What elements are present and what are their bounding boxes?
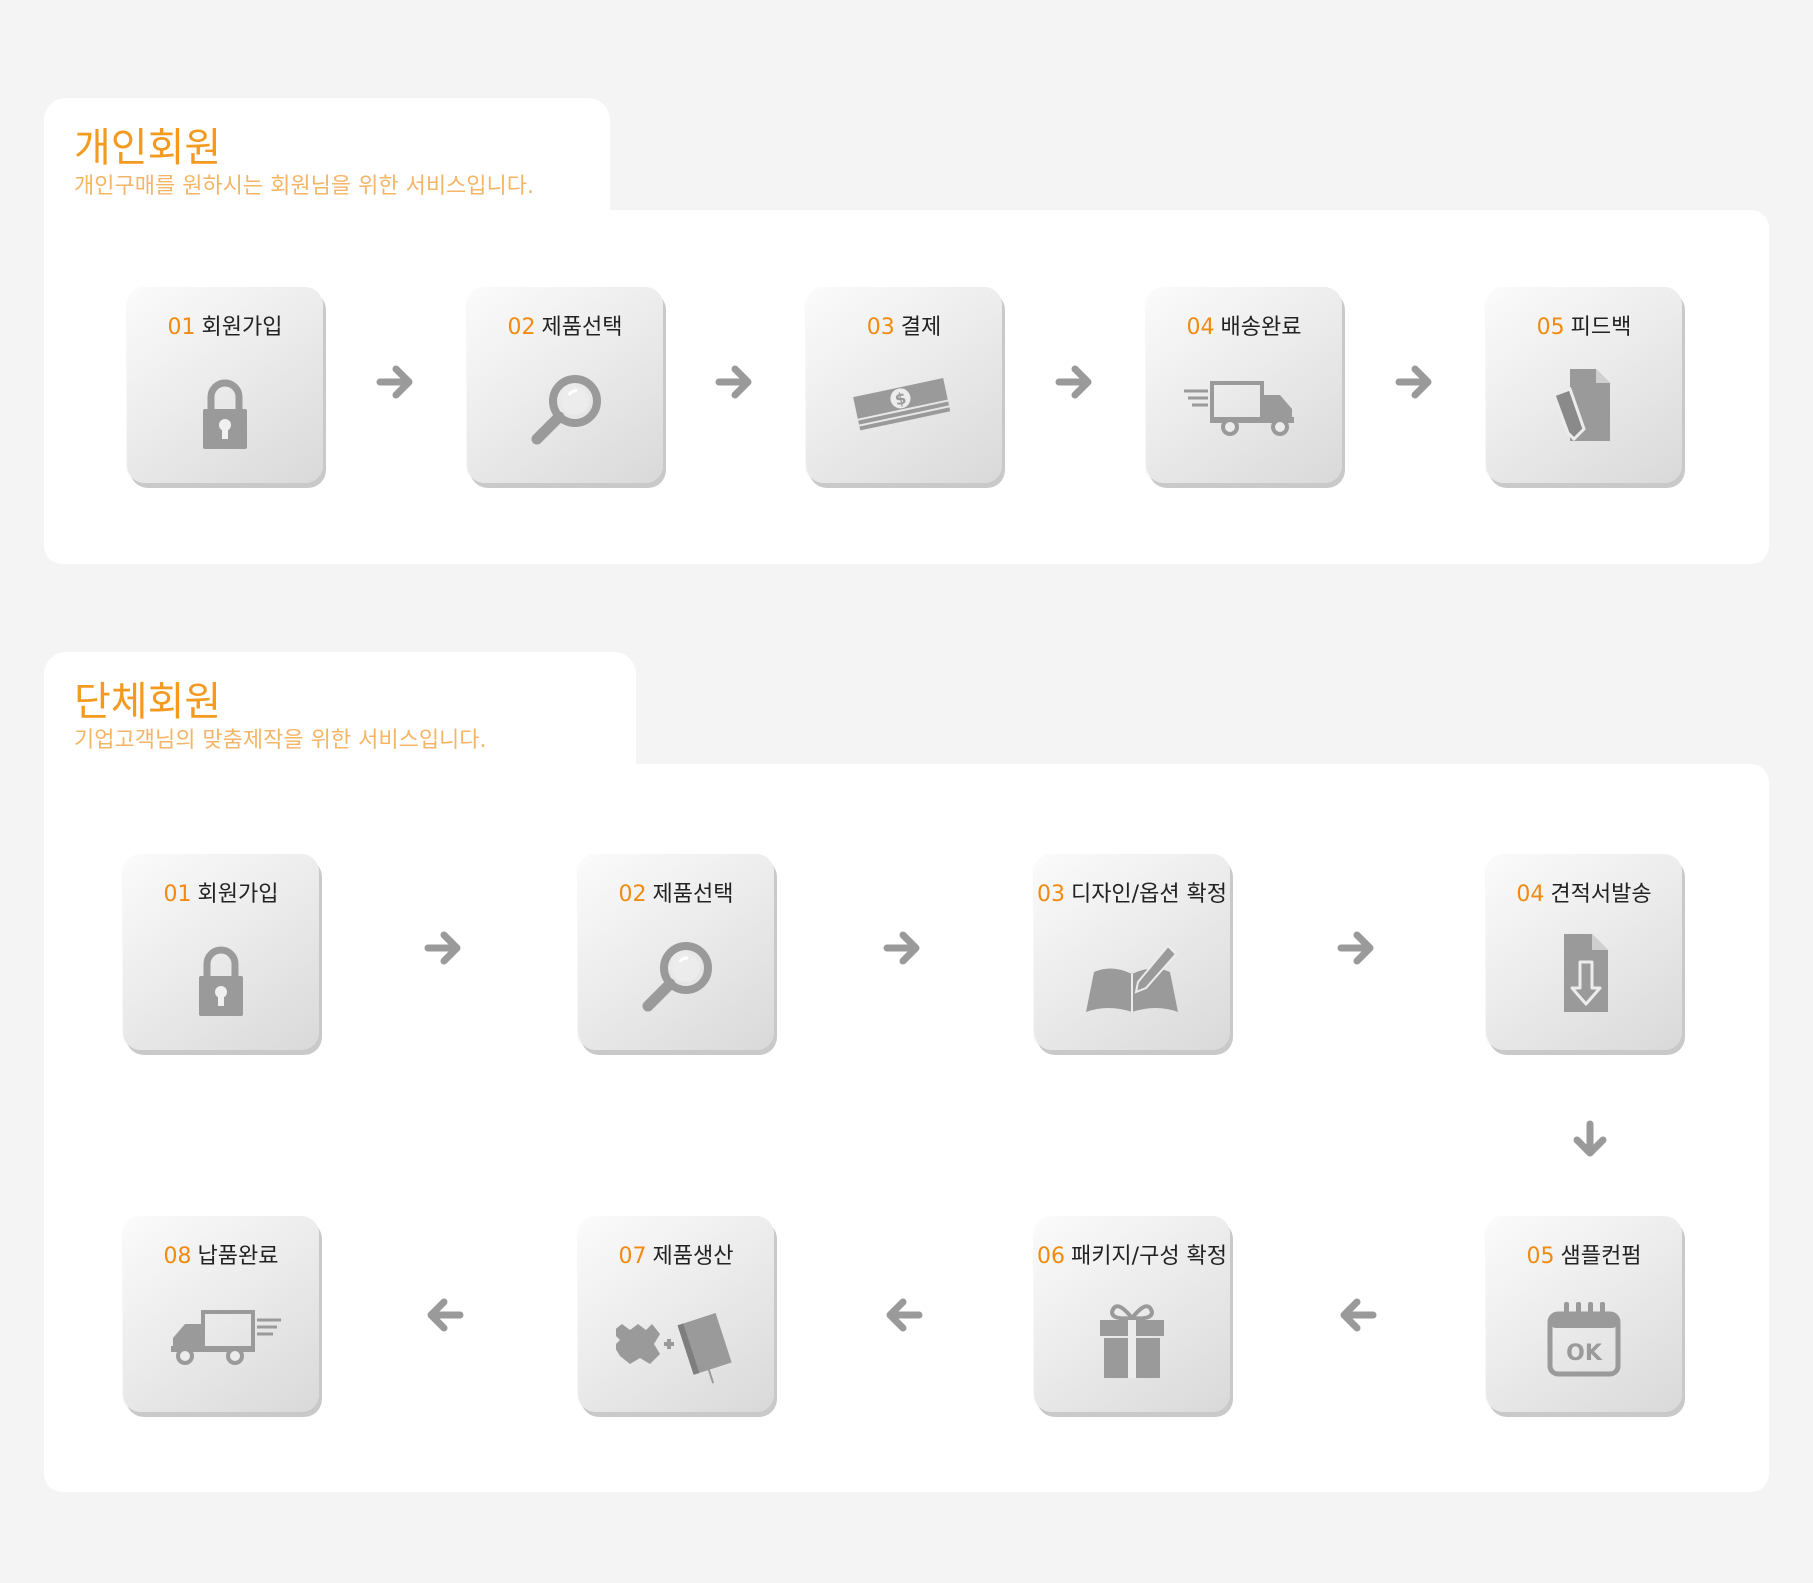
svg-text:OK: OK xyxy=(1566,1341,1603,1366)
step-name: 피드백 xyxy=(1570,315,1632,340)
group-section-title: 단체회원 xyxy=(74,679,222,725)
step-number: 03 xyxy=(866,315,895,340)
step-number: 05 xyxy=(1526,1244,1555,1269)
group-step-design-confirm[interactable]: 03 디자인/옵션 확정 xyxy=(1034,854,1230,1050)
truck-icon xyxy=(1184,365,1304,465)
step-number: 07 xyxy=(618,1244,647,1269)
step-number: 02 xyxy=(507,315,536,340)
document-download-icon xyxy=(1524,932,1644,1032)
step-label: 02 제품선택 xyxy=(578,876,774,908)
step-name: 패키지/구성 확정 xyxy=(1070,1244,1228,1269)
step-label: 08 납품완료 xyxy=(123,1238,319,1270)
individual-step-payment[interactable]: 03 결제 $ xyxy=(806,287,1002,483)
step-number: 06 xyxy=(1036,1244,1065,1269)
book-pen-icon xyxy=(1072,932,1192,1032)
arrow-right-icon xyxy=(374,360,418,404)
step-number: 08 xyxy=(163,1244,192,1269)
step-label: 03 결제 xyxy=(806,309,1002,341)
gift-icon xyxy=(1072,1294,1192,1394)
arrow-right-icon xyxy=(1335,926,1379,970)
step-name: 결제 xyxy=(900,315,942,340)
individual-section-title: 개인회원 xyxy=(74,125,222,171)
step-number: 04 xyxy=(1516,882,1545,907)
arrow-right-icon xyxy=(881,926,925,970)
step-name: 회원가입 xyxy=(201,315,283,340)
arrow-right-icon xyxy=(1393,360,1437,404)
group-step-quotation[interactable]: 04 견적서발송 xyxy=(1486,854,1682,1050)
arrow-left-icon xyxy=(1335,1293,1379,1337)
step-name: 제품생산 xyxy=(652,1244,734,1269)
individual-section-subtitle: 개인구매를 원하시는 회원님을 위한 서비스입니다. xyxy=(74,174,535,199)
step-name: 회원가입 xyxy=(197,882,279,907)
individual-step-signup[interactable]: 01 회원가입 xyxy=(127,287,323,483)
arrow-right-icon xyxy=(713,360,757,404)
magnifier-icon xyxy=(616,932,736,1032)
money-icon: $ xyxy=(844,365,964,465)
magnifier-icon xyxy=(505,365,625,465)
step-label: 01 회원가입 xyxy=(127,309,323,341)
lock-icon xyxy=(161,932,281,1032)
arrow-left-icon xyxy=(422,1293,466,1337)
group-step-package-confirm[interactable]: 06 패키지/구성 확정 xyxy=(1034,1216,1230,1412)
lock-icon xyxy=(165,365,285,465)
step-name: 견적서발송 xyxy=(1550,882,1652,907)
step-label: 02 제품선택 xyxy=(467,309,663,341)
step-name: 배송완료 xyxy=(1220,315,1302,340)
group-step-select[interactable]: 02 제품선택 xyxy=(578,854,774,1050)
individual-step-delivery[interactable]: 04 배송완료 xyxy=(1146,287,1342,483)
arrow-right-icon xyxy=(422,926,466,970)
step-number: 01 xyxy=(167,315,196,340)
step-label: 04 배송완료 xyxy=(1146,309,1342,341)
group-step-delivery-complete[interactable]: 08 납품완료 xyxy=(123,1216,319,1412)
step-label: 06 패키지/구성 확정 xyxy=(1034,1238,1230,1270)
step-number: 03 xyxy=(1036,882,1065,907)
truck-icon xyxy=(161,1294,281,1394)
step-label: 01 회원가입 xyxy=(123,876,319,908)
step-name: 디자인/옵션 확정 xyxy=(1070,882,1228,907)
individual-step-select[interactable]: 02 제품선택 xyxy=(467,287,663,483)
step-name: 납품완료 xyxy=(197,1244,279,1269)
step-name: 제품선택 xyxy=(541,315,623,340)
group-step-signup[interactable]: 01 회원가입 xyxy=(123,854,319,1050)
step-number: 02 xyxy=(618,882,647,907)
document-pencil-icon xyxy=(1524,365,1644,465)
individual-step-feedback[interactable]: 05 피드백 xyxy=(1486,287,1682,483)
arrow-right-icon xyxy=(1053,360,1097,404)
step-number: 01 xyxy=(163,882,192,907)
step-label: 07 제품생산 xyxy=(578,1238,774,1270)
step-name: 샘플컨펌 xyxy=(1560,1244,1642,1269)
group-step-production[interactable]: 07 제품생산 xyxy=(578,1216,774,1412)
arrow-left-icon xyxy=(881,1293,925,1337)
step-number: 04 xyxy=(1186,315,1215,340)
step-label: 04 견적서발송 xyxy=(1486,876,1682,908)
leather-plus-book-icon xyxy=(616,1294,736,1394)
arrow-down-icon xyxy=(1568,1118,1612,1162)
step-number: 05 xyxy=(1536,315,1565,340)
step-label: 05 샘플컨펌 xyxy=(1486,1238,1682,1270)
group-step-sample-confirm[interactable]: 05 샘플컨펌 OK xyxy=(1486,1216,1682,1412)
step-label: 03 디자인/옵션 확정 xyxy=(1034,876,1230,908)
calendar-ok-icon: OK xyxy=(1524,1294,1644,1394)
group-section-subtitle: 기업고객님의 맞춤제작을 위한 서비스입니다. xyxy=(74,728,487,753)
step-name: 제품선택 xyxy=(652,882,734,907)
step-label: 05 피드백 xyxy=(1486,309,1682,341)
